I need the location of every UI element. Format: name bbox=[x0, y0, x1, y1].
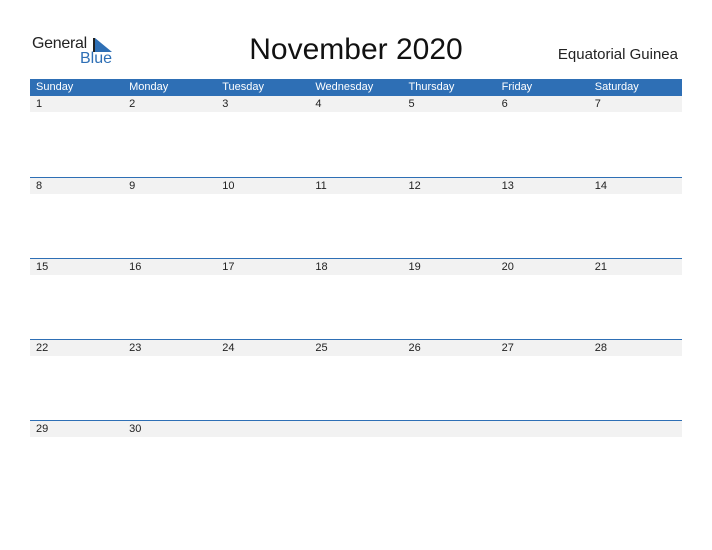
weekday-header: Sunday Monday Tuesday Wednesday Thursday… bbox=[30, 79, 682, 96]
day-cell: 10 bbox=[222, 180, 235, 192]
date-number-row: 1 2 3 4 5 6 7 bbox=[30, 96, 682, 112]
weekday-thursday: Thursday bbox=[408, 81, 455, 93]
day-cell bbox=[309, 421, 402, 437]
day-cell: 18 bbox=[315, 261, 328, 273]
day-cell: 3 bbox=[222, 98, 229, 110]
day-cell: 2 bbox=[129, 98, 136, 110]
week-row: 15 16 17 18 19 20 21 bbox=[30, 258, 682, 339]
day-cell: 24 bbox=[222, 342, 235, 354]
day-cell: 1 bbox=[36, 98, 43, 110]
weekday-monday: Monday bbox=[129, 81, 169, 93]
weekday-saturday: Saturday bbox=[594, 81, 639, 93]
day-cell bbox=[496, 421, 589, 437]
day-cell: 9 bbox=[129, 180, 136, 192]
day-cell bbox=[216, 421, 309, 437]
day-cell: 29 bbox=[36, 423, 49, 435]
week-row: 29 30 bbox=[30, 420, 682, 501]
day-cell bbox=[589, 421, 682, 437]
day-cell: 25 bbox=[315, 342, 328, 354]
week-row: 22 23 24 25 26 27 28 bbox=[30, 339, 682, 420]
week-row: 1 2 3 4 5 6 7 bbox=[30, 96, 682, 177]
country-label: Equatorial Guinea bbox=[557, 46, 678, 63]
calendar-grid: Sunday Monday Tuesday Wednesday Thursday… bbox=[30, 79, 682, 501]
day-cell: 4 bbox=[315, 98, 322, 110]
date-number-row: 15 16 17 18 19 20 21 bbox=[30, 259, 682, 275]
day-cell: 28 bbox=[594, 342, 607, 354]
day-cell: 26 bbox=[408, 342, 421, 354]
date-number-row: 22 23 24 25 26 27 28 bbox=[30, 340, 682, 356]
day-cell: 11 bbox=[315, 180, 327, 192]
day-cell: 19 bbox=[408, 261, 421, 273]
day-cell bbox=[403, 421, 496, 437]
day-cell: 22 bbox=[36, 342, 49, 354]
day-cell: 16 bbox=[129, 261, 142, 273]
day-cell: 21 bbox=[594, 261, 607, 273]
day-cell: 17 bbox=[222, 261, 235, 273]
day-cell: 13 bbox=[501, 180, 514, 192]
day-cell: 30 bbox=[129, 423, 142, 435]
day-cell: 14 bbox=[594, 180, 607, 192]
day-cell: 8 bbox=[36, 180, 43, 192]
week-row: 8 9 10 11 12 13 14 bbox=[30, 177, 682, 258]
weekday-tuesday: Tuesday bbox=[222, 81, 265, 93]
day-cell: 15 bbox=[36, 261, 49, 273]
date-number-row: 8 9 10 11 12 13 14 bbox=[30, 178, 682, 194]
weekday-friday: Friday bbox=[501, 81, 533, 93]
weekday-wednesday: Wednesday bbox=[315, 81, 374, 93]
day-cell: 7 bbox=[594, 98, 601, 110]
day-cell: 20 bbox=[501, 261, 514, 273]
day-cell: 23 bbox=[129, 342, 142, 354]
day-cell: 27 bbox=[501, 342, 514, 354]
date-number-row: 29 30 bbox=[30, 421, 682, 437]
day-cell: 6 bbox=[501, 98, 508, 110]
day-cell: 5 bbox=[408, 98, 415, 110]
weekday-sunday: Sunday bbox=[36, 81, 74, 93]
day-cell: 12 bbox=[408, 180, 421, 192]
